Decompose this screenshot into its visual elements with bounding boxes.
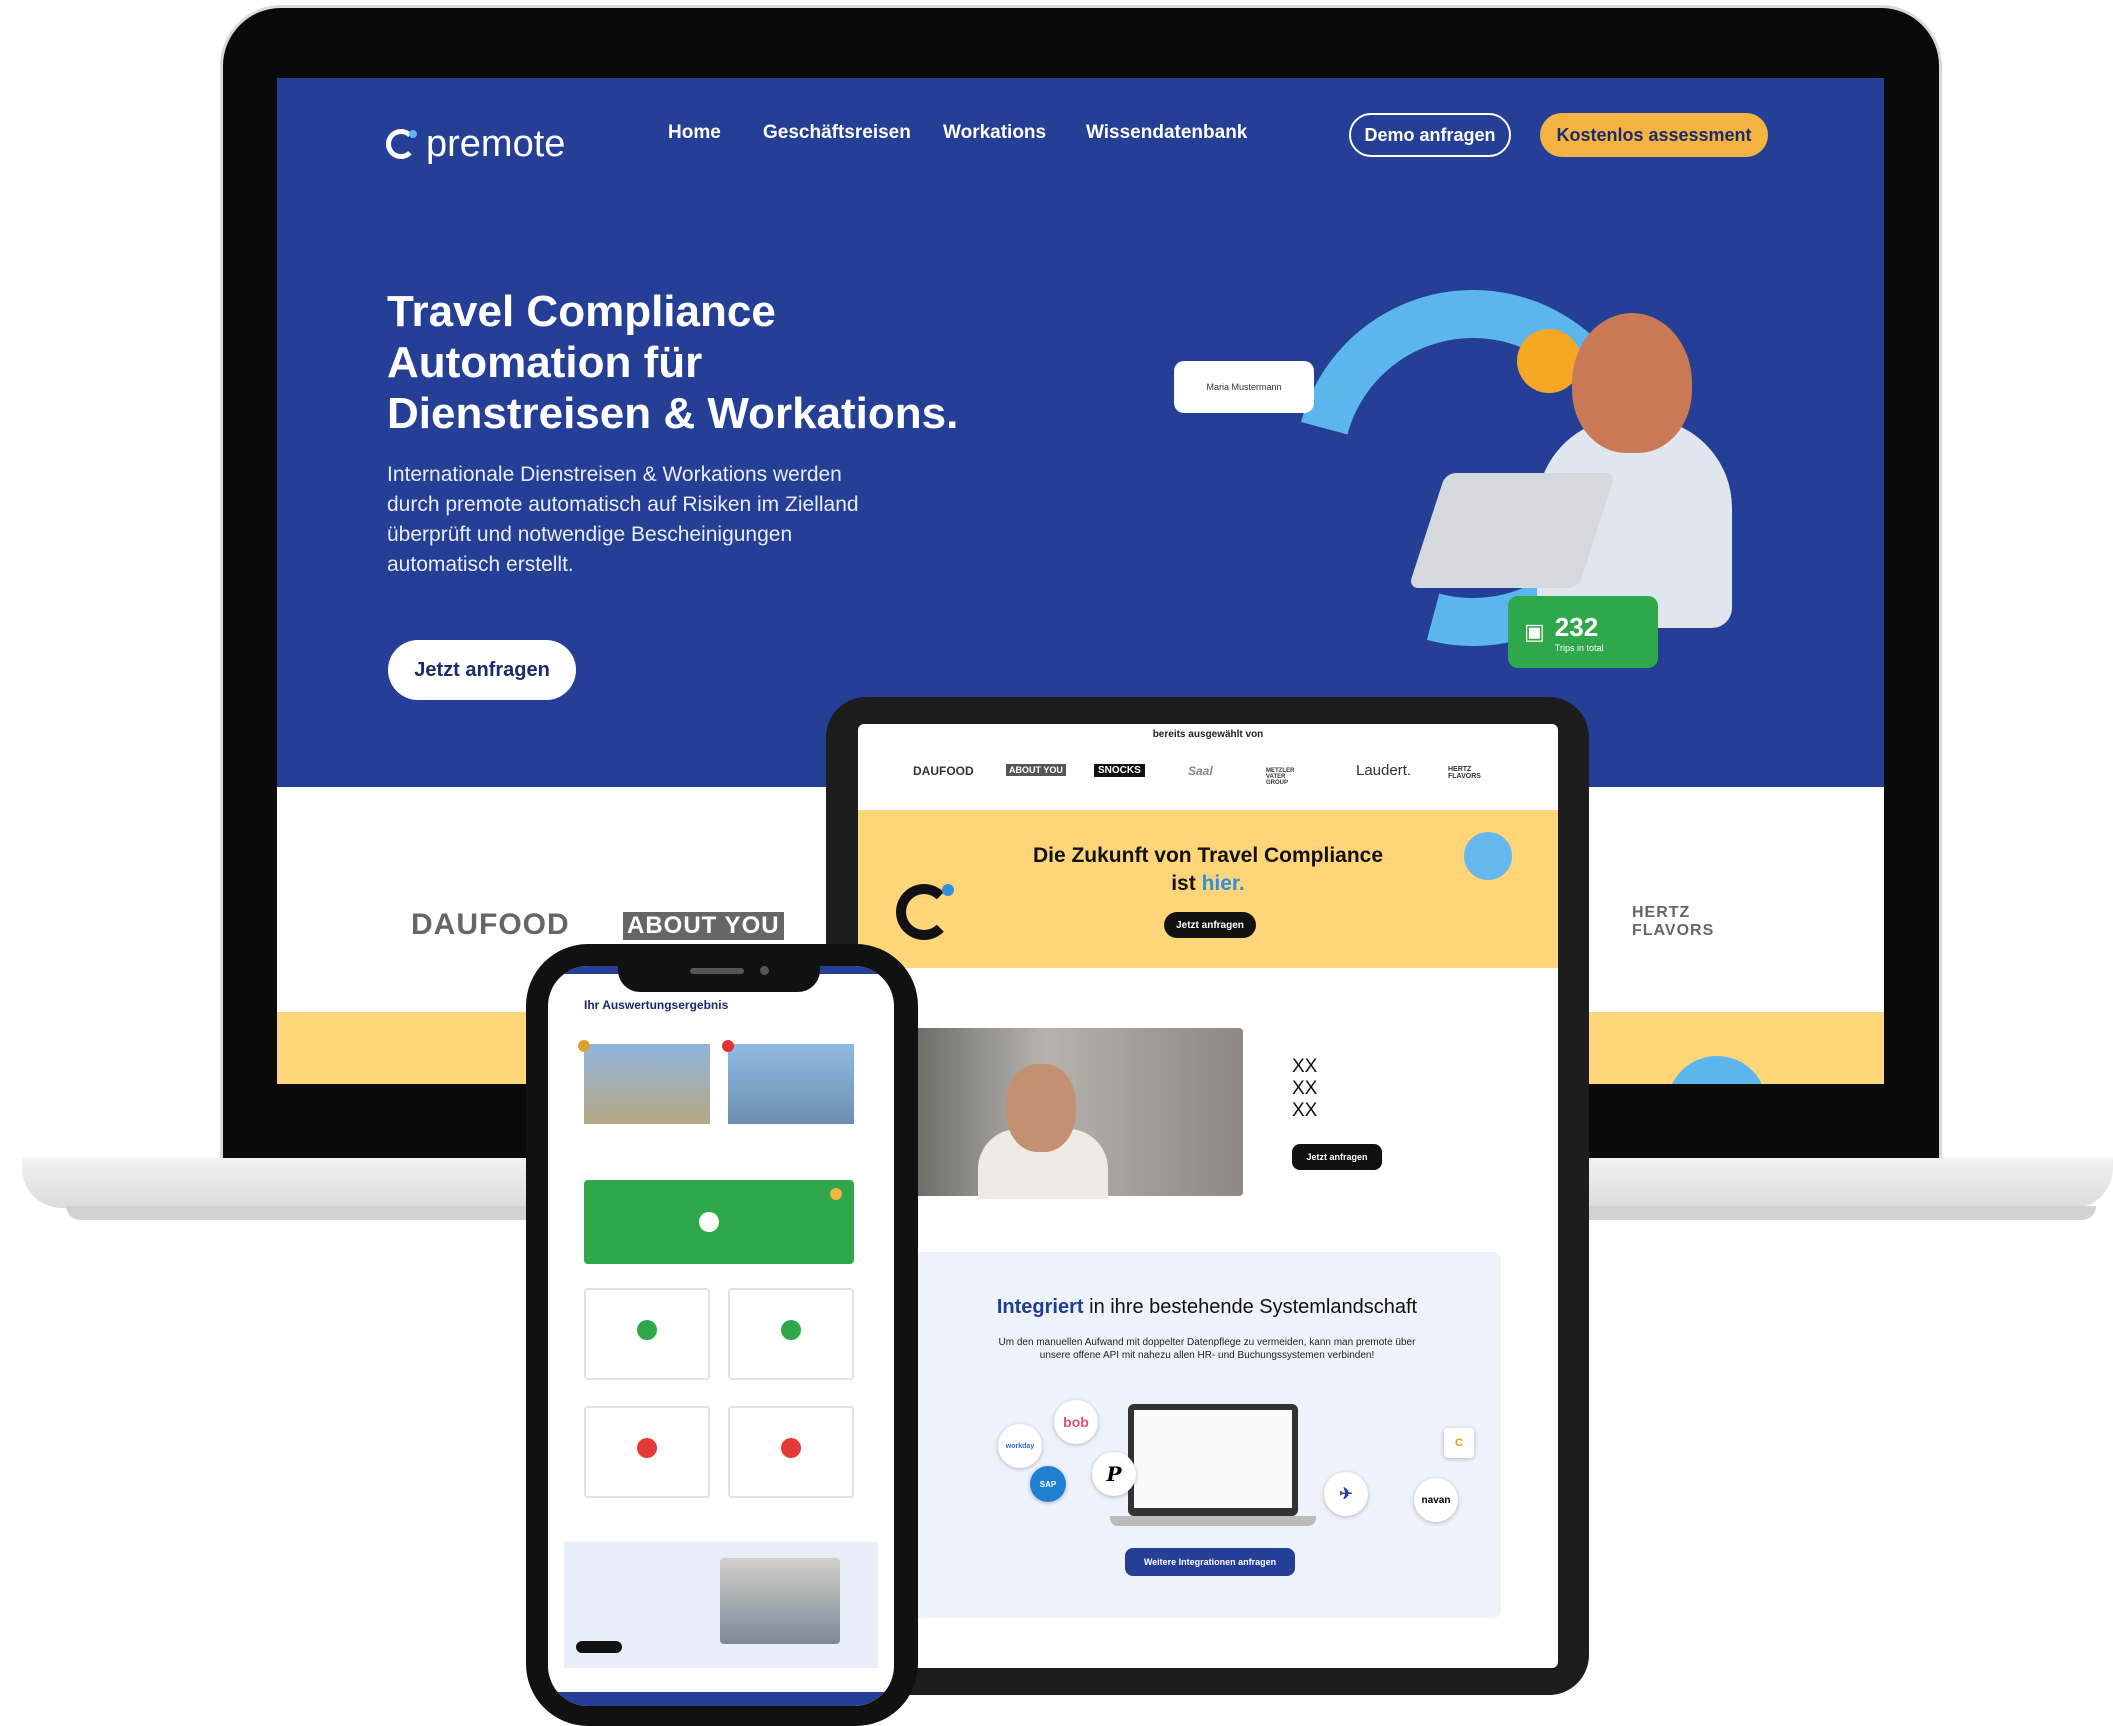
integration-sap-icon: SAP: [1030, 1466, 1066, 1502]
tablet-screen: bereits ausgewählt von DAUFOOD ABOUT YOU…: [858, 724, 1558, 1668]
premote-logo-icon: [386, 129, 417, 159]
germany-flag-icon: [578, 1040, 590, 1052]
workation-promo-image: [720, 1558, 840, 1644]
integration-plane-icon: ✈: [1324, 1472, 1368, 1516]
tablet-headline-highlight: hier.: [1201, 872, 1245, 895]
trips-count: 232: [1554, 611, 1599, 642]
destination-flag-icon: [722, 1040, 734, 1052]
integration-navan-icon: navan: [1414, 1478, 1458, 1522]
integration-title-highlight: Integriert: [996, 1296, 1084, 1318]
integration-title: Integriert in ihre bestehende Systemland…: [913, 1296, 1501, 1319]
integration-cta-button[interactable]: Weitere Integrationen anfragen: [1125, 1548, 1295, 1576]
hero-title: Travel Compliance Automation für Dienstr…: [387, 286, 1027, 439]
result-1-check-icon: [637, 1320, 657, 1340]
overall-check-icon: [699, 1212, 719, 1232]
selected-by-label: bereits ausgewählt von: [1152, 729, 1264, 740]
tablet-logo-about-you: ABOUT YOU: [1006, 764, 1066, 776]
demo-button[interactable]: Demo anfragen: [1349, 113, 1511, 157]
destination-image-city: [728, 1044, 854, 1124]
video-text-1: XX: [1292, 1056, 1318, 1077]
phone-screen: Ihr Auswertungsergebnis: [548, 966, 894, 1706]
video-cta-button[interactable]: Jetzt anfragen: [1292, 1144, 1382, 1170]
tablet-logo-daufood: DAUFOOD: [913, 764, 974, 778]
nav-home[interactable]: Home: [668, 122, 721, 144]
tablet-headline-line1: Die Zukunft von Travel Compliance: [1032, 844, 1384, 867]
tablet-logo-laudert: Laudert.: [1356, 762, 1412, 779]
trips-label: Trips in total: [1554, 642, 1604, 653]
logo-hertz-flavors: HERTZ FLAVORS: [1632, 904, 1715, 939]
nav-wissendatenbank[interactable]: Wissendatenbank: [1086, 122, 1247, 144]
hero-title-line-1: Travel Compliance: [387, 287, 776, 336]
nav-geschaeftsreisen[interactable]: Geschäftsreisen: [763, 122, 911, 144]
trips-stat-card: ▣ 232 Trips in total: [1508, 596, 1658, 668]
tablet-logo-snocks: SNOCKS: [1094, 764, 1145, 777]
integration-c-icon: C: [1444, 1428, 1474, 1458]
hero-cta-button[interactable]: Jetzt anfragen: [388, 640, 576, 700]
logo-daufood: DAUFOOD: [411, 908, 570, 941]
integration-description: Um den manuellen Aufwand mit doppelter D…: [998, 1337, 1416, 1361]
logo-about-you: ABOUT YOU: [623, 912, 784, 940]
name-card-label: Maria Mustermann: [1206, 382, 1282, 392]
nav-workations[interactable]: Workations: [943, 122, 1046, 144]
tablet-headline-line2: ist hier.: [858, 870, 1558, 898]
workation-promo-button[interactable]: [576, 1641, 622, 1653]
brand-logo[interactable]: premote: [386, 114, 565, 174]
result-2-check-icon: [781, 1320, 801, 1340]
tablet-logo-dot: [942, 884, 954, 896]
trips-icon: ▣: [1524, 619, 1545, 644]
tablet-logo-saal: Saal: [1188, 764, 1213, 778]
integration-laptop-screen: [1134, 1410, 1292, 1508]
integration-workday-icon: workday: [998, 1424, 1042, 1468]
video-text-3: XX: [1292, 1100, 1318, 1121]
phone-camera: [760, 966, 769, 975]
phone-speaker: [690, 968, 744, 974]
phone-bottom-bar: [548, 1692, 894, 1706]
result-4-alert-icon: [781, 1438, 801, 1458]
tablet-logo-hertz: HERTZ FLAVORS: [1448, 766, 1481, 780]
destination-image-berlin: [584, 1044, 710, 1124]
integration-title-rest: in ihre bestehende Systemlandschaft: [1083, 1296, 1418, 1318]
integration-bob-icon: bob: [1054, 1400, 1098, 1444]
hero-description: Internationale Dienstreisen & Workations…: [387, 463, 859, 576]
phone-result-title: Ihr Auswertungsergebnis: [584, 998, 729, 1012]
hero-title-line-2: Automation für: [387, 338, 703, 387]
brand-name: premote: [426, 122, 566, 165]
hero-title-line-3: Dienstreisen & Workations.: [387, 389, 959, 438]
integration-p-icon: P: [1092, 1452, 1136, 1496]
video-text-2: XX: [1292, 1078, 1318, 1099]
result-3-alert-icon: [637, 1438, 657, 1458]
overall-dot-icon: [830, 1188, 842, 1200]
tablet-headline-ist: ist: [1171, 872, 1196, 895]
tablet-logo-metzler: METZLER VATER GROUP: [1266, 768, 1295, 786]
video-person-face: [1006, 1064, 1076, 1152]
integration-laptop-base: [1110, 1516, 1316, 1526]
tablet-headline: Die Zukunft von Travel Compliance ist hi…: [858, 842, 1558, 898]
tablet-cta-button[interactable]: Jetzt anfragen: [1164, 912, 1256, 938]
hero-person-head: [1572, 313, 1692, 453]
assessment-button[interactable]: Kostenlos assessment: [1540, 113, 1768, 157]
name-card: Maria Mustermann: [1174, 361, 1314, 413]
overall-result-card: [584, 1180, 854, 1264]
